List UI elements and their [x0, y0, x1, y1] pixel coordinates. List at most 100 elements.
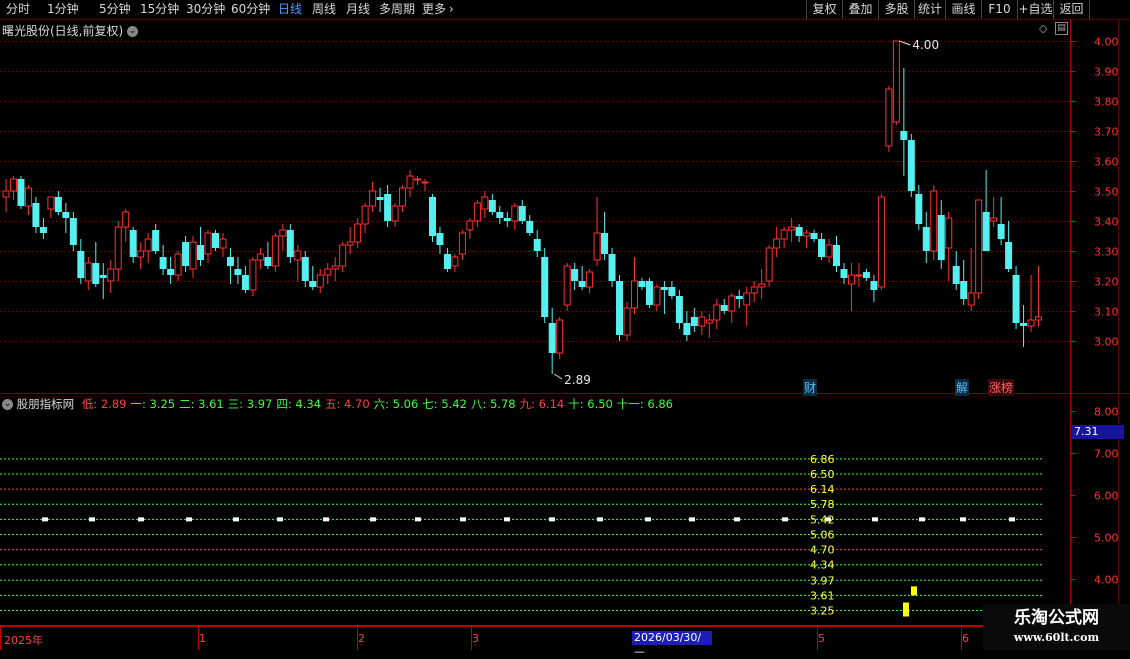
- indicator-dot: [370, 517, 376, 522]
- candle-body: [391, 205, 399, 222]
- candle: [451, 254, 459, 272]
- candle-body: [211, 233, 219, 248]
- main-tick-label: 3.60: [1094, 156, 1119, 169]
- candle-body: [159, 257, 167, 269]
- ind-tick-label: 6.00: [1094, 490, 1119, 503]
- candle: [982, 170, 990, 251]
- candle: [466, 218, 474, 239]
- candle: [780, 227, 788, 248]
- candle-body: [660, 287, 668, 290]
- candle: [683, 311, 691, 341]
- event-badge-finance[interactable]: 财: [803, 379, 818, 396]
- candle-body: [578, 281, 586, 287]
- candle-body: [885, 88, 893, 147]
- candle-body: [645, 281, 653, 305]
- main-tick-label: 3.00: [1094, 336, 1119, 349]
- candle: [159, 245, 167, 275]
- candle: [9, 176, 17, 200]
- indicator-level-1: 一: 3.25: [130, 397, 176, 411]
- indicator-dot: [645, 517, 651, 522]
- main-tick-label: 3.40: [1094, 216, 1119, 229]
- candle: [870, 275, 878, 302]
- indicator-level-value: 6.86: [810, 453, 835, 466]
- candle: [189, 236, 197, 278]
- candle-body: [503, 218, 511, 221]
- candle-body: [1005, 242, 1013, 269]
- candle: [174, 251, 182, 281]
- candle: [623, 302, 631, 341]
- candle: [399, 185, 407, 212]
- event-badge-limit-up[interactable]: 涨榜: [988, 379, 1015, 396]
- candle: [847, 263, 855, 311]
- candle-body: [129, 230, 137, 257]
- indicator-dot: [460, 517, 466, 522]
- settings-icon[interactable]: ▤: [1055, 22, 1068, 35]
- indicator-level-value: 4.34: [810, 559, 835, 572]
- stock-title: 曙光股份(日线,前复权): [2, 24, 124, 38]
- candle-body: [840, 269, 848, 278]
- candle: [211, 230, 219, 251]
- candle: [1027, 275, 1035, 332]
- indicator-level-10: 十: 6.50: [568, 397, 613, 411]
- candle: [922, 212, 930, 263]
- candle-body: [982, 212, 990, 251]
- ind-tick-label: 4.00: [1094, 574, 1119, 587]
- indicator-level-value: 5.42: [810, 513, 835, 526]
- candle-body: [683, 323, 691, 335]
- chevron-down-icon[interactable]: ⌄: [2, 399, 13, 410]
- candle-body: [339, 244, 347, 267]
- indicator-level-list: 低: 2.89 一: 3.25 二: 3.61 三: 3.97 四: 4.34 五: 4.…: [82, 397, 677, 411]
- indicator-level-value: 3.61: [810, 589, 835, 602]
- candle-body: [369, 190, 377, 207]
- candle: [107, 260, 115, 293]
- candle-body: [758, 283, 766, 288]
- event-badge-unlock[interactable]: 解: [955, 379, 970, 396]
- diamond-icon[interactable]: ◇: [1039, 22, 1047, 35]
- candle-body: [346, 241, 354, 246]
- kline-chart[interactable]: 3.25 3.61 3.97 4.34 4.70 5.06 5.42 5.78 6.14 6.50…: [0, 0, 1130, 650]
- candle-body: [720, 305, 728, 311]
- candle: [421, 179, 429, 191]
- candle-body: [698, 316, 706, 327]
- candle-body: [324, 268, 332, 276]
- main-tick-label: 4.00: [1094, 36, 1119, 49]
- candle: [892, 40, 900, 125]
- candle: [788, 218, 796, 242]
- candle-body: [556, 319, 564, 354]
- indicator-marker: [903, 602, 909, 617]
- candle-body: [803, 232, 811, 237]
- candle-body: [458, 232, 466, 255]
- candle-body: [69, 218, 77, 245]
- candle-body: [616, 281, 624, 335]
- candle-body: [436, 233, 444, 245]
- candle: [294, 245, 302, 281]
- chevron-down-icon[interactable]: ⌄: [127, 26, 139, 37]
- candle-body: [833, 245, 841, 266]
- price-axes: 3.00 3.10 3.20 3.30 3.40 3.50 3.60 3.70 3.80 3.90…: [0, 20, 1130, 650]
- indicator-dot: [415, 517, 421, 522]
- candle-body: [182, 242, 190, 266]
- candle: [481, 191, 489, 218]
- high-marker-label: 4.00: [912, 38, 939, 52]
- candle: [204, 230, 212, 263]
- candle-body: [84, 262, 92, 282]
- indicator-level-7: 七: 5.42: [422, 397, 467, 411]
- candle: [182, 236, 190, 272]
- indicator-level-value: 5.78: [810, 498, 835, 511]
- candle: [122, 209, 130, 242]
- candle-body: [862, 272, 870, 278]
- indicator-level-value: 6.50: [810, 468, 835, 481]
- candle: [885, 86, 893, 152]
- candle-body: [122, 211, 130, 228]
- candle-body: [54, 197, 62, 212]
- candle: [855, 263, 863, 287]
- candle-body: [451, 256, 459, 267]
- candle-body: [421, 181, 429, 184]
- indicator-dot: [872, 517, 878, 522]
- candle-body: [219, 238, 227, 249]
- indicator-dot: [597, 517, 603, 522]
- candle-body: [900, 131, 908, 140]
- candle: [818, 233, 826, 260]
- indicator-level-9: 九: 6.14: [519, 397, 565, 411]
- candle-body: [623, 307, 631, 336]
